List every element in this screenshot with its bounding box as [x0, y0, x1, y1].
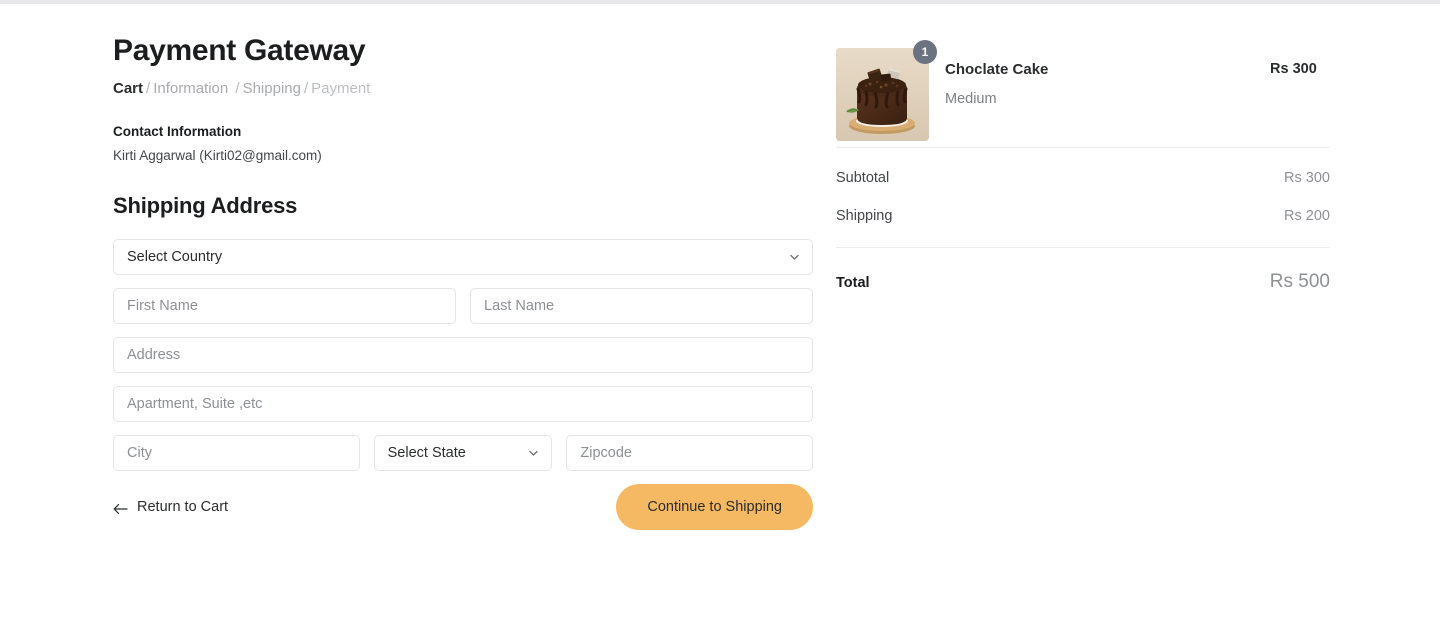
breadcrumb-item-cart[interactable]: Cart: [113, 80, 143, 97]
chocolate-cake-thumbnail: [836, 48, 929, 141]
address-row: Address: [113, 337, 813, 373]
browser-top-edge: [0, 0, 1440, 4]
breadcrumb-separator: /: [303, 80, 309, 97]
address-input[interactable]: Address: [113, 337, 813, 373]
subtotal-row: Subtotal Rs 300: [836, 168, 1330, 188]
breadcrumb-item-shipping[interactable]: Shipping: [243, 80, 301, 97]
order-item-price: Rs 300: [1270, 61, 1317, 77]
grand-total-value: Rs 500: [1269, 271, 1330, 292]
order-summary: 1 Choclate Cake Medium Rs 300 Subtotal R…: [836, 40, 1330, 294]
return-to-cart-label: Return to Cart: [137, 499, 229, 515]
apartment-input[interactable]: Apartment, Suite ,etc: [113, 386, 813, 422]
grand-total-label: Total: [836, 275, 870, 291]
shipping-row: Shipping Rs 200: [836, 206, 1330, 226]
subtotal-label: Subtotal: [836, 170, 890, 186]
subtotal-value: Rs 300: [1284, 170, 1330, 186]
arrow-left-icon: [113, 501, 128, 514]
shipping-address-form: Select Country First Name Last Name Addr…: [113, 239, 813, 530]
grand-total-row: Total Rs 500: [836, 248, 1330, 294]
product-thumbnail-wrapper: 1: [836, 40, 937, 141]
contact-information-value: Kirti Aggarwal (Kirti02@gmail.com): [113, 148, 322, 163]
continue-to-shipping-button[interactable]: Continue to Shipping: [616, 484, 813, 530]
order-item-text: Choclate Cake Medium: [945, 59, 1170, 109]
breadcrumb: Cart / Information / Shipping / Payment: [113, 79, 813, 99]
country-row: Select Country: [113, 239, 813, 275]
quantity-badge: 1: [913, 40, 937, 64]
chevron-down-icon: [789, 252, 800, 263]
order-item-variant: Medium: [945, 91, 997, 107]
shipping-address-title: Shipping Address: [113, 193, 298, 218]
order-item-name: Choclate Cake: [945, 61, 1049, 78]
order-totals: Subtotal Rs 300 Shipping Rs 200: [836, 148, 1330, 247]
checkout-page: Payment Gateway Cart / Information / Shippi…: [0, 0, 1440, 634]
order-item-details: Choclate Cake Medium Rs 300: [929, 48, 1330, 109]
order-line-item: 1 Choclate Cake Medium Rs 300: [836, 40, 1330, 147]
name-row: First Name Last Name: [113, 288, 813, 324]
state-select-value: Select State: [387, 445, 466, 461]
breadcrumb-separator: /: [146, 80, 151, 97]
city-input[interactable]: City: [113, 435, 360, 471]
shipping-label: Shipping: [836, 208, 893, 224]
apartment-row: Apartment, Suite ,etc: [113, 386, 813, 422]
city-state-zip-row: City Select State Zipcode: [113, 435, 813, 471]
chevron-down-icon: [528, 448, 539, 459]
country-select-value: Select Country: [127, 249, 223, 265]
page-title: Payment Gateway: [113, 34, 366, 67]
shipping-value: Rs 200: [1284, 208, 1330, 224]
contact-information-heading: Contact Information: [113, 124, 242, 139]
breadcrumb-item-payment[interactable]: Payment: [311, 80, 370, 97]
state-select[interactable]: Select State: [373, 435, 553, 471]
first-name-input[interactable]: First Name: [113, 288, 456, 324]
last-name-input[interactable]: Last Name: [470, 288, 813, 324]
form-actions: Return to Cart Continue to Shipping: [113, 484, 813, 530]
checkout-form-column: Payment Gateway Cart / Information / Shippi…: [113, 32, 813, 530]
return-to-cart-link[interactable]: Return to Cart: [113, 497, 228, 517]
zipcode-input[interactable]: Zipcode: [566, 435, 813, 471]
country-select[interactable]: Select Country: [113, 239, 813, 275]
breadcrumb-separator: /: [235, 80, 240, 97]
breadcrumb-item-information[interactable]: Information: [153, 80, 228, 97]
